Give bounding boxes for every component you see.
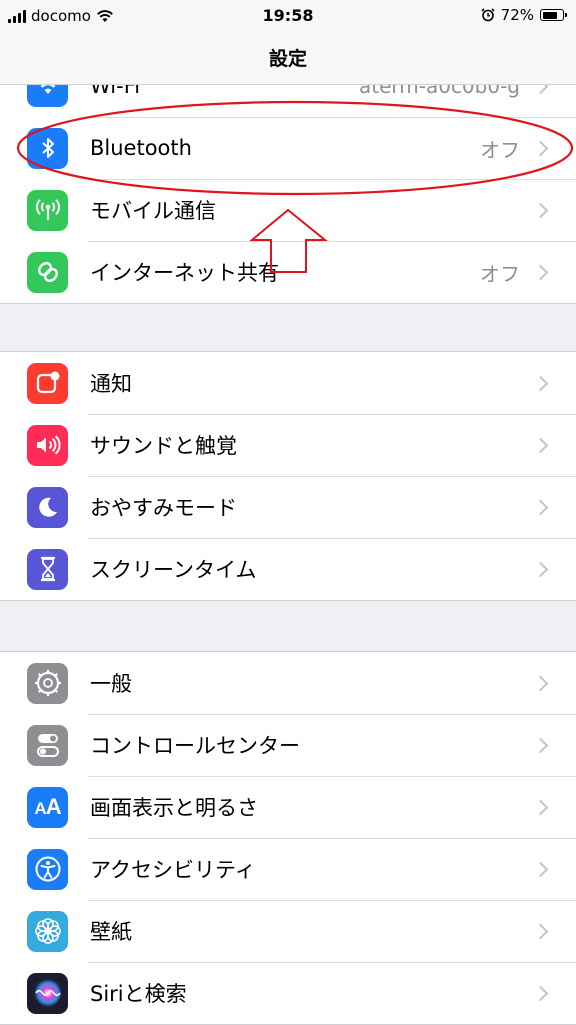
chevron-right-icon	[532, 499, 549, 515]
settings-row-label: スクリーンタイム	[90, 558, 257, 582]
chevron-right-icon	[532, 437, 549, 453]
settings-row-antenna[interactable]: モバイル通信	[0, 179, 576, 241]
settings-row-label: モバイル通信	[90, 199, 216, 223]
status-right: 72%	[481, 6, 567, 24]
settings-row-flower[interactable]: 壁紙	[0, 900, 576, 962]
settings-row-label: サウンドと触覚	[90, 434, 237, 458]
chevron-right-icon	[532, 861, 549, 877]
chevron-right-icon	[532, 561, 549, 577]
settings-row-label: 画面表示と明るさ	[90, 796, 258, 820]
chevron-right-icon	[532, 675, 549, 691]
settings-row-link[interactable]: インターネット共有 オフ	[0, 241, 576, 303]
settings-row-gear[interactable]: 一般	[0, 652, 576, 714]
settings-row-notification[interactable]: 通知	[0, 352, 576, 414]
battery-percent: 72%	[500, 6, 534, 24]
settings-row-toggles[interactable]: コントロールセンター	[0, 714, 576, 776]
page-title: 設定	[0, 34, 576, 85]
battery-icon	[540, 9, 567, 21]
status-bar: docomo 19:58 72%	[0, 0, 576, 34]
settings-row-hourglass[interactable]: スクリーンタイム	[0, 538, 576, 600]
gear-icon	[27, 662, 68, 704]
chevron-right-icon	[532, 737, 549, 753]
settings-row-speaker[interactable]: サウンドと触覚	[0, 414, 576, 476]
settings-row-bluetooth[interactable]: Bluetooth オフ	[0, 117, 576, 179]
bluetooth-icon	[27, 127, 68, 169]
settings-row-label: インターネット共有	[90, 261, 279, 285]
settings-row-siri[interactable]: Siriと検索	[0, 962, 576, 1024]
settings-group-connectivity: Wi-Fi aterm-a0c0b0-g Bluetooth オフ モバイル通信 インター…	[0, 54, 576, 304]
chevron-right-icon	[532, 375, 549, 391]
settings-group-notifications: 通知サウンドと触覚 おやすみモード スクリーンタイム	[0, 351, 576, 601]
settings-row-label: Siriと検索	[90, 982, 187, 1006]
chevron-right-icon	[532, 985, 549, 1001]
settings-group-general: 一般コントロールセンター AA 画面表示と明るさ アクセシビリティ 壁紙 Siriと検索	[0, 651, 576, 1025]
alarm-icon	[481, 8, 495, 22]
link-icon	[27, 251, 68, 293]
settings-row-text-size[interactable]: AA 画面表示と明るさ	[0, 776, 576, 838]
toggles-icon	[27, 724, 68, 766]
settings-row-label: Bluetooth	[90, 136, 192, 160]
settings-row-label: コントロールセンター	[90, 734, 300, 758]
antenna-icon	[27, 189, 68, 231]
chevron-right-icon	[532, 799, 549, 815]
hourglass-icon	[27, 548, 68, 590]
settings-row-accessibility[interactable]: アクセシビリティ	[0, 838, 576, 900]
text-size-icon: AA	[27, 786, 68, 828]
settings-row-value: オフ	[480, 261, 520, 286]
settings-row-label: 壁紙	[90, 920, 132, 944]
chevron-right-icon	[532, 264, 549, 280]
notification-icon	[27, 362, 68, 404]
moon-icon	[27, 486, 68, 528]
speaker-icon	[27, 424, 68, 466]
flower-icon	[27, 910, 68, 952]
accessibility-icon	[27, 848, 68, 890]
chevron-right-icon	[532, 923, 549, 939]
settings-row-moon[interactable]: おやすみモード	[0, 476, 576, 538]
settings-row-label: 通知	[90, 372, 132, 396]
chevron-right-icon	[532, 140, 549, 156]
settings-row-label: アクセシビリティ	[90, 858, 256, 882]
chevron-right-icon	[532, 202, 549, 218]
siri-icon	[27, 972, 68, 1014]
settings-row-value: オフ	[480, 137, 520, 162]
settings-row-label: 一般	[90, 672, 132, 696]
settings-row-label: おやすみモード	[90, 496, 237, 520]
